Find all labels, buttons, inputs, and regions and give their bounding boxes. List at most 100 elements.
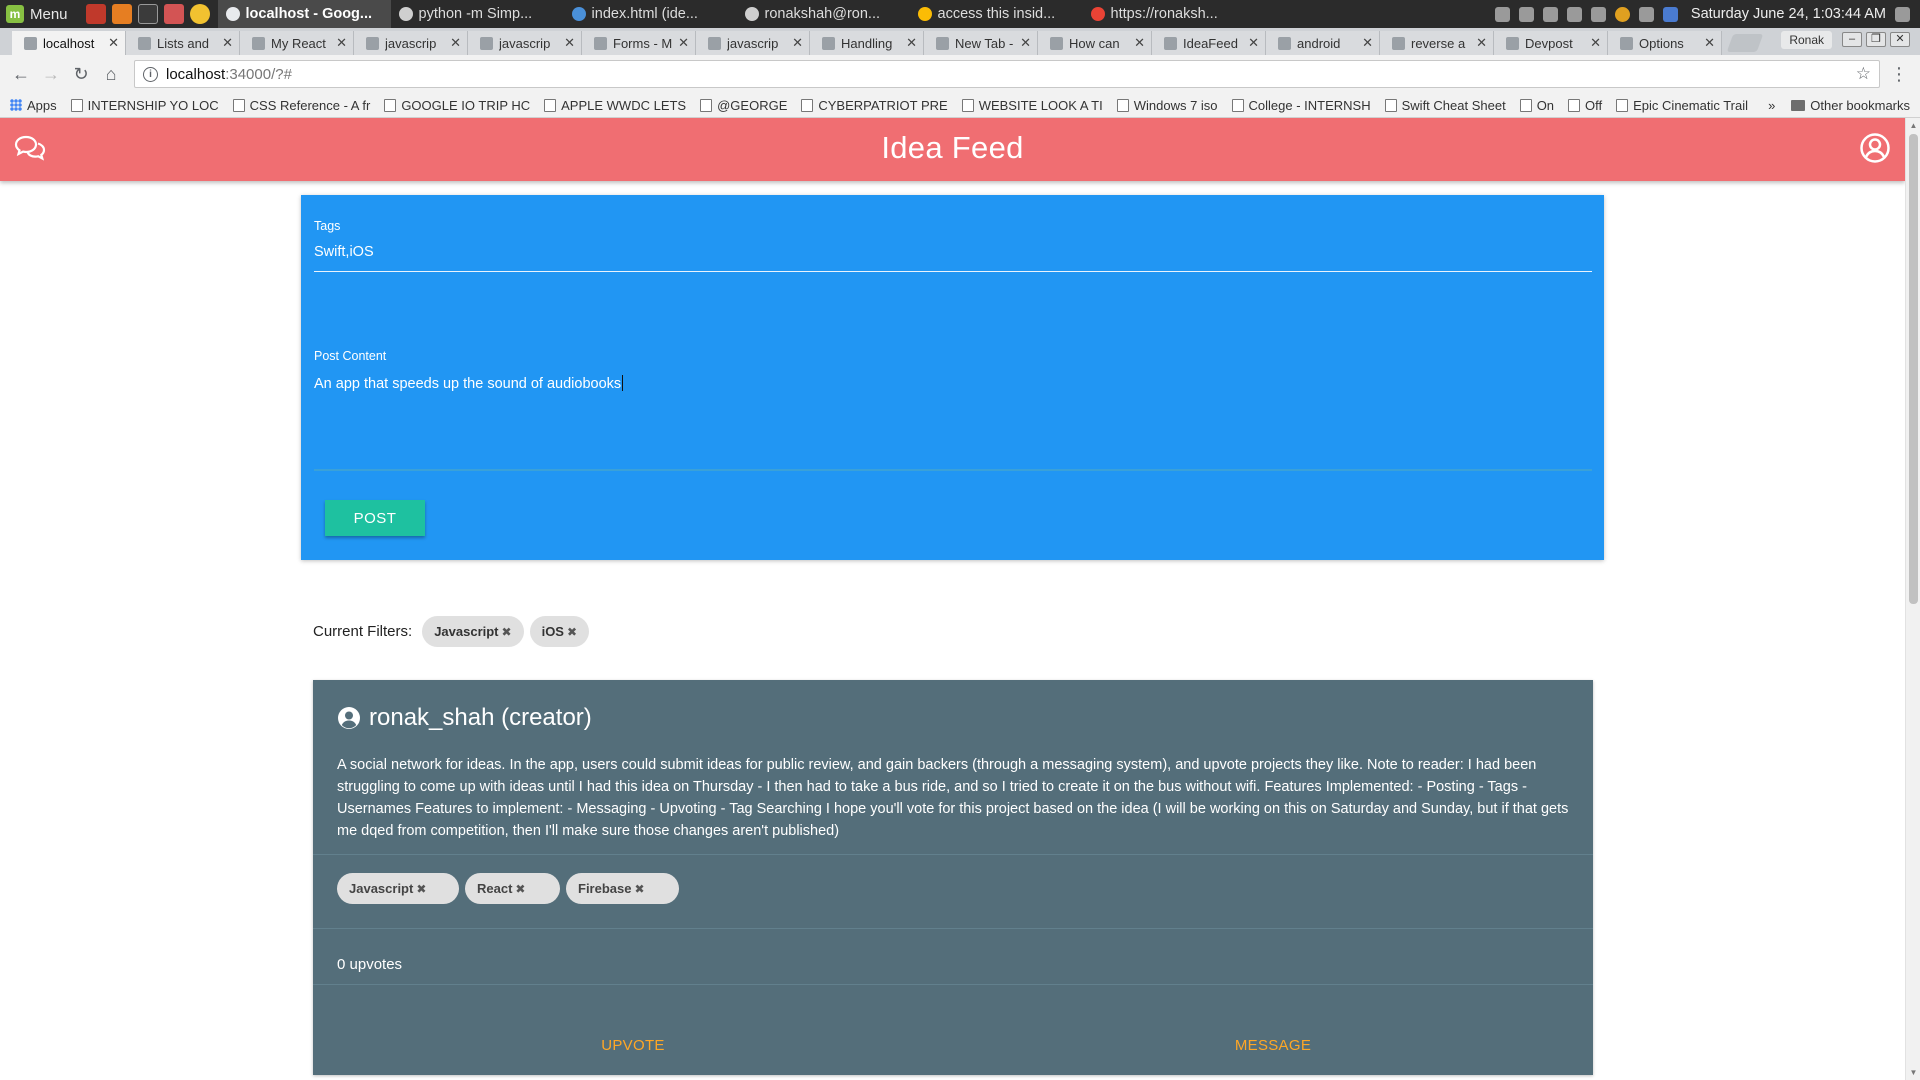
browser-menu-icon[interactable]: ⋮ xyxy=(1886,64,1912,85)
tab-close-icon[interactable]: ✕ xyxy=(1590,35,1601,51)
post-button[interactable]: POST xyxy=(325,500,425,536)
post-tag-chip[interactable]: Firebase ✖ xyxy=(566,873,679,904)
bookmark-item[interactable]: College - INTERNSH xyxy=(1231,98,1371,113)
bookmark-item[interactable]: Windows 7 iso xyxy=(1116,98,1218,113)
tab-close-icon[interactable]: ✕ xyxy=(1704,35,1715,51)
tab-close-icon[interactable]: ✕ xyxy=(450,35,461,51)
browser-tab[interactable]: How can ✕ xyxy=(1038,31,1152,55)
browser-tab[interactable]: javascrip ✕ xyxy=(354,31,468,55)
close-window-icon[interactable]: ✕ xyxy=(1890,32,1910,47)
display-tray-icon[interactable] xyxy=(1895,6,1910,22)
remove-tag-icon[interactable]: ✖ xyxy=(634,882,644,896)
taskbar-window-button[interactable]: https://ronaksh... xyxy=(1083,0,1256,28)
tab-close-icon[interactable]: ✕ xyxy=(906,35,917,51)
back-arrow-icon[interactable]: ← xyxy=(8,61,34,87)
browser-tab[interactable]: localhost ✕ xyxy=(12,31,126,55)
bookmark-item[interactable]: WEBSITE LOOK A TI xyxy=(961,98,1103,113)
bookmark-item[interactable]: @GEORGE xyxy=(700,98,787,113)
bookmark-item[interactable]: Epic Cinematic Trail xyxy=(1616,98,1748,113)
browser-tab[interactable]: Devpost ✕ xyxy=(1494,31,1608,55)
message-button[interactable]: MESSAGE xyxy=(953,1016,1593,1074)
bookmark-item[interactable]: CYBERPATRIOT PRE xyxy=(801,98,948,113)
account-circle-icon[interactable] xyxy=(1859,132,1891,169)
address-bar[interactable]: i localhost:34000/?# ☆ xyxy=(134,60,1880,88)
browser-tab[interactable]: IdeaFeed ✕ xyxy=(1152,31,1266,55)
bookmark-item[interactable]: Off xyxy=(1568,98,1602,113)
tab-close-icon[interactable]: ✕ xyxy=(1134,35,1145,51)
tags-input[interactable]: Swift,iOS xyxy=(314,244,374,260)
clock[interactable]: Saturday June 24, 1:03:44 AM xyxy=(1691,6,1886,22)
bookmarks-overflow-button[interactable]: » xyxy=(1768,98,1775,113)
tab-close-icon[interactable]: ✕ xyxy=(1248,35,1259,51)
browser-tab[interactable]: New Tab - To✕ xyxy=(924,31,1038,55)
post-content-textarea[interactable]: An app that speeds up the sound of audio… xyxy=(314,375,624,392)
remove-tag-icon[interactable]: ✖ xyxy=(515,882,525,896)
remove-filter-icon[interactable]: ✖ xyxy=(502,625,512,639)
browser-tab[interactable]: android ✕ xyxy=(1266,31,1380,55)
filter-chip[interactable]: Javascript ✖ xyxy=(422,616,524,647)
browser-tab[interactable]: javascrip ✕ xyxy=(696,31,810,55)
restore-icon[interactable]: ❐ xyxy=(1866,32,1886,47)
tab-close-icon[interactable]: ✕ xyxy=(108,35,119,51)
tab-close-icon[interactable]: ✕ xyxy=(564,35,575,51)
browser-tab[interactable]: reverse a ✕ xyxy=(1380,31,1494,55)
other-bookmarks-folder[interactable]: Other bookmarks xyxy=(1791,98,1910,113)
browser-tab[interactable]: Lists and ✕ xyxy=(126,31,240,55)
taskbar-window-button[interactable]: localhost - Goog... xyxy=(217,0,391,28)
bookmark-item[interactable]: CSS Reference - A fr xyxy=(232,98,370,113)
taskbar-window-button[interactable]: ronakshah@ron... xyxy=(737,0,910,28)
minimize-icon[interactable]: – xyxy=(1842,32,1862,47)
power-tray-icon[interactable] xyxy=(1590,6,1606,22)
tab-close-icon[interactable]: ✕ xyxy=(792,35,803,51)
page-scrollbar[interactable]: ▲ ▼ xyxy=(1905,118,1920,1080)
tab-close-icon[interactable]: ✕ xyxy=(1362,35,1373,51)
bookmark-apps[interactable]: Apps xyxy=(10,98,57,113)
scroll-up-arrow-icon[interactable]: ▲ xyxy=(1909,121,1918,130)
browser-tab[interactable]: Handling ✕ xyxy=(810,31,924,55)
browser-tab[interactable]: My React ✕ xyxy=(240,31,354,55)
show-desktop-icon[interactable] xyxy=(85,4,106,24)
tab-close-icon[interactable]: ✕ xyxy=(222,35,233,51)
home-icon[interactable]: ⌂ xyxy=(98,61,124,87)
tab-close-icon[interactable]: ✕ xyxy=(1020,35,1031,51)
taskbar-window-button[interactable]: python -m Simp... xyxy=(391,0,564,28)
volume-tray-icon[interactable] xyxy=(1566,6,1582,22)
scroll-down-arrow-icon[interactable]: ▼ xyxy=(1909,1068,1918,1077)
os-menu-button[interactable]: m Menu xyxy=(0,0,78,28)
forward-arrow-icon[interactable]: → xyxy=(38,61,64,87)
bookmark-item[interactable]: GOOGLE IO TRIP HC xyxy=(384,98,530,113)
terminal-launcher-icon[interactable] xyxy=(137,4,158,24)
remove-filter-icon[interactable]: ✖ xyxy=(567,625,577,639)
browser-tab[interactable]: javascrip ✕ xyxy=(468,31,582,55)
bookmark-item[interactable]: Swift Cheat Sheet xyxy=(1384,98,1506,113)
bookmark-item[interactable]: On xyxy=(1519,98,1554,113)
site-info-icon[interactable]: i xyxy=(143,66,158,82)
reload-icon[interactable]: ↻ xyxy=(68,61,94,87)
bluetooth-tray-icon[interactable] xyxy=(1662,6,1678,22)
bookmark-item[interactable]: INTERNSHIP YO LOC xyxy=(70,98,219,113)
shield-tray-icon[interactable] xyxy=(1638,6,1654,22)
upvote-button[interactable]: UPVOTE xyxy=(313,1016,953,1074)
chrome-launcher-icon[interactable] xyxy=(189,4,210,24)
new-tab-button[interactable] xyxy=(1726,34,1764,52)
tab-close-icon[interactable]: ✕ xyxy=(336,35,347,51)
tab-close-icon[interactable]: ✕ xyxy=(678,35,689,51)
firefox-launcher-icon[interactable] xyxy=(111,4,132,24)
profile-button[interactable]: Ronak xyxy=(1781,31,1832,49)
post-tag-chip[interactable]: Javascript ✖ xyxy=(337,873,459,904)
bookmark-item[interactable]: APPLE WWDC LETS xyxy=(544,98,686,113)
chrome-tray-icon[interactable] xyxy=(1614,6,1630,22)
files-launcher-icon[interactable] xyxy=(163,4,184,24)
bookmark-star-icon[interactable]: ☆ xyxy=(1856,64,1871,84)
filter-chip[interactable]: iOS ✖ xyxy=(529,616,590,647)
clipboard-tray-icon[interactable] xyxy=(1518,6,1534,22)
taskbar-window-button[interactable]: access this insid... xyxy=(910,0,1083,28)
scrollbar-thumb[interactable] xyxy=(1909,134,1918,604)
tab-close-icon[interactable]: ✕ xyxy=(1476,35,1487,51)
browser-tab[interactable]: Options ✕ xyxy=(1608,31,1722,55)
browser-tab[interactable]: Forms - M ✕ xyxy=(582,31,696,55)
taskbar-window-button[interactable]: index.html (ide... xyxy=(564,0,737,28)
user-tray-icon[interactable] xyxy=(1494,6,1510,22)
wifi-tray-icon[interactable] xyxy=(1542,6,1558,22)
remove-tag-icon[interactable]: ✖ xyxy=(416,882,426,896)
